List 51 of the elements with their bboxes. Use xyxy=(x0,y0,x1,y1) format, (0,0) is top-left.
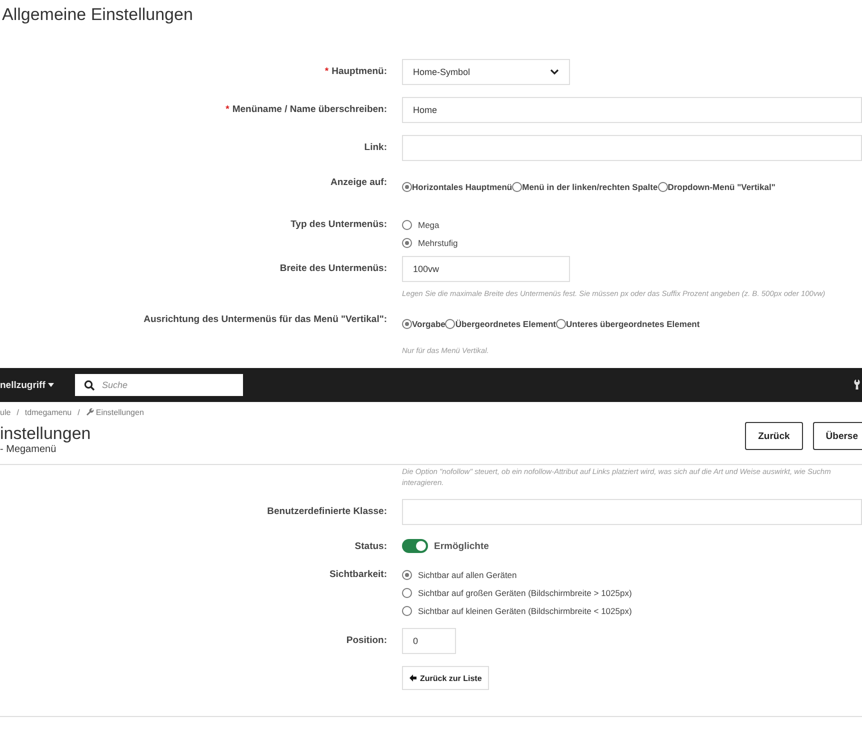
wrench-icon[interactable] xyxy=(853,379,862,390)
radio-option[interactable]: Vorgabe xyxy=(402,319,446,329)
radio-option[interactable]: Horizontales Hauptmenü xyxy=(402,182,512,192)
header-button[interactable]: Zurück xyxy=(745,422,803,450)
input-field[interactable] xyxy=(402,499,862,525)
toggle-label: Ermöglichte xyxy=(434,540,489,552)
radio-option[interactable]: Sichtbar auf kleinen Geräten (Bildschirmbreite < 1025px) xyxy=(402,606,862,616)
required-asterisk: * xyxy=(226,104,230,115)
wrench-icon xyxy=(86,408,94,416)
input-field[interactable]: Home xyxy=(402,97,862,123)
field-label: Benutzerdefinierte Klasse: xyxy=(267,506,387,517)
back-to-list-button[interactable]: Zurück zur Liste xyxy=(402,666,489,690)
field-label: Ausrichtung des Untermenüs für das Menü "Vertikal": xyxy=(144,314,387,325)
field-label: Sichtbarkeit: xyxy=(329,569,387,580)
radio-option[interactable]: Sichtbar auf großen Geräten (Bildschirmbreite > 1025px) xyxy=(402,588,862,598)
field-label: Link: xyxy=(364,142,387,153)
radio-option[interactable]: Mehrstufig xyxy=(402,238,862,248)
input-field[interactable]: 0 xyxy=(402,628,456,654)
field-label: Typ des Untermenüs: xyxy=(290,219,387,230)
select-field[interactable]: Home-Symbol xyxy=(402,59,570,85)
breadcrumb-separator: / xyxy=(78,408,80,416)
page-title: instellungen xyxy=(0,424,91,444)
quick-access-menu[interactable]: nellzugriff xyxy=(0,380,75,390)
field-label: Position: xyxy=(346,635,387,646)
radio-option[interactable]: Unteres übergeordnetes Element xyxy=(556,319,700,329)
breadcrumb-item[interactable]: Einstellungen xyxy=(96,408,144,416)
radio-option[interactable]: Dropdown-Menü "Vertikal" xyxy=(658,182,776,192)
required-asterisk: * xyxy=(324,66,329,77)
search-icon xyxy=(84,380,95,391)
field-label: Menüname / Name überschreiben: xyxy=(232,104,387,115)
radio-option[interactable]: Sichtbar auf allen Geräten xyxy=(402,570,862,580)
field-label: Anzeige auf: xyxy=(330,177,387,188)
field-label: Hauptmenü: xyxy=(332,66,387,77)
input-field[interactable]: 100vw xyxy=(402,256,570,282)
field-label: Status: xyxy=(354,541,387,552)
field-label: Breite des Untermenüs: xyxy=(280,263,387,274)
arrow-left-icon xyxy=(409,674,417,682)
section-title: Allgemeine Einstellungen xyxy=(1,4,194,26)
header-button[interactable]: Überse xyxy=(812,422,862,450)
breadcrumb-item[interactable]: ule xyxy=(0,408,11,416)
search-field[interactable]: Suche xyxy=(75,374,243,396)
page-subtitle: - Megamenü xyxy=(0,444,58,455)
caret-icon xyxy=(48,383,54,387)
toggle-switch[interactable] xyxy=(402,539,428,553)
radio-option[interactable]: Mega xyxy=(402,220,862,230)
breadcrumb-item[interactable]: tdmegamenu xyxy=(24,408,72,416)
chevron-down-icon xyxy=(550,69,559,75)
breadcrumb-separator: / xyxy=(16,408,19,416)
input-field[interactable] xyxy=(402,135,862,161)
radio-option[interactable]: Übergeordnetes Element xyxy=(445,319,556,329)
radio-option[interactable]: Menü in der linken/rechten Spalte xyxy=(512,182,658,192)
